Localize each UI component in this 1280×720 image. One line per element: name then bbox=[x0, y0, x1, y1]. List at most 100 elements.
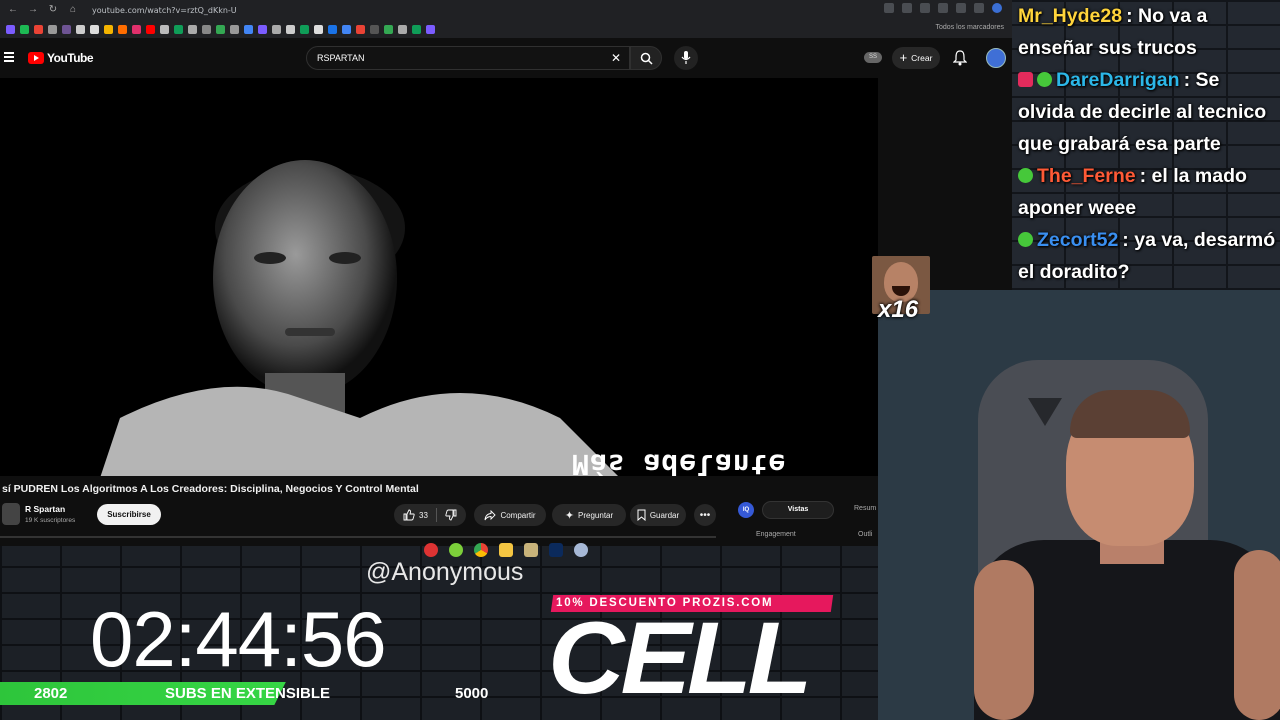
extensions-bar bbox=[884, 3, 1002, 13]
bookmark-icon[interactable] bbox=[216, 24, 225, 34]
streamer-hair bbox=[1070, 390, 1190, 438]
home-icon[interactable]: ⌂ bbox=[66, 3, 80, 17]
youtube-logo[interactable]: YouTube bbox=[28, 51, 94, 65]
bookmark-icon[interactable] bbox=[342, 24, 351, 34]
notifications-bell-icon[interactable] bbox=[953, 50, 967, 66]
share-page-icon[interactable] bbox=[902, 3, 912, 13]
chat-separator: : bbox=[1183, 69, 1196, 91]
photoshop-icon[interactable] bbox=[549, 543, 563, 557]
bookmark-icon[interactable] bbox=[272, 24, 281, 34]
account-avatar[interactable] bbox=[986, 48, 1006, 68]
tab-resumen[interactable]: Resum bbox=[854, 505, 876, 512]
divider-line bbox=[0, 536, 716, 538]
channel-name[interactable]: R Spartan bbox=[25, 504, 65, 514]
url-text[interactable]: youtube.com/watch?v=rztQ_dKkn-U bbox=[92, 6, 237, 15]
plus-icon: + bbox=[899, 50, 908, 65]
puzzle-icon[interactable] bbox=[974, 3, 984, 13]
bookmark-icon[interactable] bbox=[398, 24, 407, 34]
voice-search-button[interactable] bbox=[674, 46, 698, 70]
tab-vistas[interactable]: Vistas bbox=[762, 501, 834, 519]
thumbs-up-icon[interactable] bbox=[403, 509, 415, 521]
bookmark-icon[interactable] bbox=[6, 24, 15, 34]
video-caption-overlay: Más adelante bbox=[572, 448, 787, 476]
chat-username[interactable]: The_Ferne bbox=[1037, 165, 1136, 187]
bookmark-icon[interactable] bbox=[160, 24, 169, 34]
chrome-icon[interactable] bbox=[474, 543, 488, 557]
streamer-arm-right bbox=[1234, 550, 1280, 720]
bookmark-icon[interactable] bbox=[384, 24, 393, 34]
bookmark-icon[interactable] bbox=[188, 24, 197, 34]
folder-icon[interactable] bbox=[499, 543, 513, 557]
more-actions-button[interactable]: ••• bbox=[694, 504, 716, 526]
back-icon[interactable]: ← bbox=[6, 3, 20, 17]
bookmark-icon[interactable] bbox=[426, 24, 435, 34]
bookmark-icon[interactable] bbox=[286, 24, 295, 34]
reload-icon[interactable]: ↻ bbox=[46, 3, 60, 17]
more-icon: ••• bbox=[699, 509, 711, 521]
chat-username[interactable]: Zecort52 bbox=[1037, 229, 1118, 251]
app-icon[interactable] bbox=[449, 543, 463, 557]
iq-logo[interactable]: IQ bbox=[738, 502, 754, 518]
chat-username[interactable]: DareDarrigan bbox=[1056, 69, 1180, 91]
bookmarks-folder[interactable]: Todos los marcadores bbox=[936, 24, 1004, 31]
chat-username[interactable]: Mr_Hyde28 bbox=[1018, 5, 1122, 27]
video-player[interactable]: Más adelante bbox=[0, 78, 878, 476]
bookmark-icon[interactable] bbox=[202, 24, 211, 34]
bookmarks-bar: Todos los marcadores bbox=[0, 20, 1012, 38]
bookmark-icon[interactable] bbox=[90, 24, 99, 34]
bookmark-icon[interactable] bbox=[370, 24, 379, 34]
last-donor-label: @Anonymous bbox=[366, 558, 524, 586]
bookmark-icon[interactable] bbox=[244, 24, 253, 34]
star-icon[interactable] bbox=[920, 3, 930, 13]
create-button[interactable]: + Crear bbox=[892, 47, 940, 69]
search-input[interactable] bbox=[307, 47, 597, 69]
subs-label: SUBS EN EXTENSIBLE bbox=[165, 685, 331, 702]
member-badge-icon bbox=[1018, 168, 1033, 183]
bookmark-icon[interactable] bbox=[104, 24, 113, 34]
bookmark-icon[interactable] bbox=[300, 24, 309, 34]
chat-separator: : bbox=[1139, 165, 1152, 187]
app-icon[interactable] bbox=[574, 543, 588, 557]
app-icon[interactable] bbox=[524, 543, 538, 557]
bookmark-icon[interactable] bbox=[328, 24, 337, 34]
bookmark-icon[interactable] bbox=[258, 24, 267, 34]
bookmark-icon[interactable] bbox=[314, 24, 323, 34]
bookmark-icon[interactable] bbox=[76, 24, 85, 34]
like-count[interactable]: 33 bbox=[419, 511, 428, 520]
youtube-wordmark: YouTube bbox=[47, 51, 94, 65]
bookmark-icon[interactable] bbox=[230, 24, 239, 34]
save-label: Guardar bbox=[649, 510, 680, 520]
share-button[interactable]: Compartir bbox=[474, 504, 546, 526]
hamburger-menu-icon[interactable] bbox=[4, 52, 14, 62]
profile-icon[interactable] bbox=[992, 3, 1002, 13]
ss-badge[interactable]: SS bbox=[864, 52, 882, 63]
bookmark-icon[interactable] bbox=[118, 24, 127, 34]
zoom-icon[interactable] bbox=[884, 3, 894, 13]
chat-message: Zecort52: ya va, desarmó el doradito? bbox=[1018, 224, 1280, 288]
bookmark-icon[interactable] bbox=[20, 24, 29, 34]
search-icon bbox=[640, 52, 653, 65]
bookmark-icon[interactable] bbox=[174, 24, 183, 34]
thumbs-down-icon[interactable] bbox=[445, 509, 457, 521]
extension-icon[interactable] bbox=[956, 3, 966, 13]
subscriber-badge-icon bbox=[1018, 72, 1033, 87]
bookmark-icon[interactable] bbox=[132, 24, 141, 34]
app-icon[interactable] bbox=[424, 543, 438, 557]
bookmark-icon[interactable] bbox=[146, 24, 155, 34]
ask-button[interactable]: ✦ Preguntar bbox=[552, 504, 626, 526]
bookmark-icon[interactable] bbox=[48, 24, 57, 34]
save-button[interactable]: Guardar bbox=[630, 504, 686, 526]
channel-avatar[interactable] bbox=[2, 503, 20, 525]
subscribe-button[interactable]: Suscribirse bbox=[97, 504, 161, 525]
bookmark-icon[interactable] bbox=[412, 24, 421, 34]
bookmark-icon[interactable] bbox=[62, 24, 71, 34]
bookmark-icon[interactable] bbox=[356, 24, 365, 34]
extension-icon[interactable] bbox=[938, 3, 948, 13]
emote-count: x16 bbox=[878, 296, 919, 323]
clear-search-icon[interactable]: ✕ bbox=[611, 51, 621, 65]
forward-icon[interactable]: → bbox=[26, 3, 40, 17]
bookmark-icon[interactable] bbox=[34, 24, 43, 34]
search-button[interactable] bbox=[630, 46, 662, 70]
search-box: ✕ bbox=[306, 46, 630, 70]
member-badge-icon bbox=[1037, 72, 1052, 87]
